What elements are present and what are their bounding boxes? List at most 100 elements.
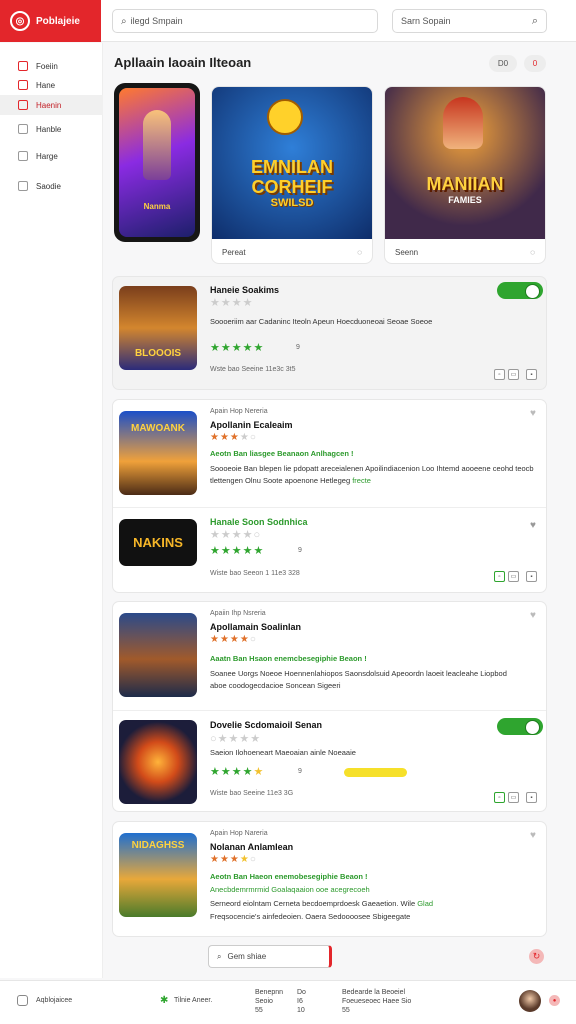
app-title[interactable]: Apollamain Soalinlan: [210, 622, 301, 632]
app-thumbnail[interactable]: MAWOANK: [119, 411, 197, 495]
more-icon[interactable]: ▪: [526, 792, 537, 803]
rating-stars-empty: ○★★★★: [210, 733, 262, 745]
sidebar-item-home[interactable]: Foeiin: [0, 56, 103, 76]
app-description: Soooeoie Ban blepen lie pdopatt areceial…: [210, 463, 535, 487]
avatar[interactable]: [519, 990, 541, 1012]
view-toggle-button[interactable]: D0: [489, 55, 517, 72]
featured-art-subtitle: FAMIES: [448, 194, 482, 205]
app-highlight: Aeotn Ban liasgee Beanaon Anlhagcen !: [210, 449, 354, 458]
app-thumbnail[interactable]: BLOOOIS: [119, 286, 197, 370]
app-kicker: Apain Hop Nereria: [210, 408, 268, 415]
view-toggle-label: D0: [497, 59, 509, 68]
app-meta: Wste bao Seeine 11e3c 3t5: [210, 366, 296, 373]
app-highlight: Aeotn Ban Haeon enemobesegiphie Beaon !: [210, 872, 368, 881]
app-logo[interactable]: ◎ Poblajeie: [0, 0, 101, 42]
rating-count: 9: [298, 547, 302, 554]
app-description: Soanee Uorgs Noeoe Hoennenlahiopos Saons…: [210, 669, 507, 690]
install-toggle[interactable]: [497, 282, 543, 299]
app-kicker: Apaiin Ihp Nsreria: [210, 610, 266, 617]
featured-card[interactable]: EMNILAN CORHEIF SWILSD Pereat ◌: [211, 86, 373, 264]
share-icon[interactable]: ▫: [494, 369, 505, 380]
app-thumbnail[interactable]: [119, 720, 197, 804]
heart-icon[interactable]: ♥: [530, 830, 536, 841]
load-more-label: Gem shiae: [227, 952, 267, 961]
app-description: Soooeriim aar Cadaninc Iteoln Apeun Hoec…: [210, 317, 433, 326]
game-icon: [18, 124, 28, 134]
comment-icon[interactable]: ◌: [357, 248, 362, 257]
share-icon[interactable]: ▫: [494, 792, 505, 803]
footer-col1-a[interactable]: Benepnn: [255, 989, 283, 996]
thumbnail-text: NAKINS: [133, 535, 183, 550]
app-title[interactable]: Haneie Soakims: [210, 285, 279, 295]
highlight-bar: [344, 768, 407, 777]
app-title[interactable]: Hanale Soon Sodnhica: [210, 517, 308, 527]
app-card[interactable]: BLOOOIS Haneie Soakims ★★★★ Soooeriim aa…: [112, 276, 547, 390]
app-thumbnail[interactable]: NAKINS: [119, 519, 197, 566]
search-icon[interactable]: ⌕: [532, 15, 538, 28]
home-icon: [18, 61, 28, 71]
featured-card[interactable]: MANIIAN FAMIES Seenn ◌: [384, 86, 546, 264]
secondary-search-input[interactable]: Sarn Sopain ⌕: [392, 9, 547, 33]
heart-icon[interactable]: ♥: [530, 408, 536, 419]
mascot-icon: [267, 99, 303, 135]
more-icon[interactable]: ▪: [526, 571, 537, 582]
notification-icon[interactable]: ●: [549, 995, 560, 1006]
footer-col2-a[interactable]: Do: [297, 989, 306, 996]
footer-brand[interactable]: Aqblojaicee: [36, 997, 72, 1004]
share-icon[interactable]: ▫: [494, 571, 505, 582]
sidebar-item-page[interactable]: Hane: [0, 75, 103, 95]
sidebar-item-settings[interactable]: Saodie: [0, 176, 103, 196]
search-icon: ⌕: [121, 15, 127, 27]
more-icon[interactable]: ▪: [526, 369, 537, 380]
featured-art: MANIIAN FAMIES: [385, 87, 545, 239]
app-title[interactable]: Nolanan Anlamlean: [210, 842, 293, 852]
app-card[interactable]: NIDAGHSS Apain Hop Nareria Nolanan Anlam…: [112, 821, 547, 937]
footer-col1-b[interactable]: Seoio: [255, 998, 273, 1005]
sidebar-item-label: Saodie: [36, 181, 61, 191]
favorite-label: 0: [532, 59, 538, 68]
rating-stars-empty: ★★★★○: [210, 529, 262, 541]
featured-art-title: MANIIAN: [426, 173, 504, 194]
app-description-link[interactable]: Glad: [417, 899, 433, 908]
bookmark-icon[interactable]: ▭: [508, 571, 519, 582]
favorite-button[interactable]: 0: [524, 55, 546, 72]
footer-award: Tilnie Aneer.: [174, 997, 213, 1004]
search-icon: ⌕: [217, 951, 222, 961]
app-meta: Wiste bao Seeine 11e3 3G: [210, 790, 294, 797]
footer-col3-c: 55: [342, 1007, 350, 1014]
phone-preview[interactable]: Nanma: [114, 83, 200, 242]
featured-art: EMNILAN CORHEIF SWILSD: [212, 87, 372, 239]
app-meta: Wiste bao Seeon 1 11e3 328: [210, 570, 300, 577]
bookmark-icon[interactable]: ▭: [508, 792, 519, 803]
sidebar-item-edit[interactable]: Harge: [0, 146, 103, 166]
heart-icon[interactable]: ♥: [530, 610, 536, 621]
sidebar-item-game[interactable]: Hanble: [0, 119, 103, 139]
featured-art-subtitle: SWILSD: [270, 197, 314, 209]
app-title[interactable]: Apollanin Ecaleaim: [210, 420, 293, 430]
app-title[interactable]: Dovelie Scdomaioil Senan: [210, 720, 322, 730]
footer-col2-b[interactable]: I6: [297, 998, 303, 1005]
sidebar-item-apps[interactable]: Haenin: [0, 95, 103, 115]
app-thumbnail[interactable]: NIDAGHSS: [119, 833, 197, 917]
comment-icon[interactable]: ◌: [530, 248, 535, 257]
section-title: Apllaain laoain Ilteoan: [114, 55, 252, 70]
app-thumbnail[interactable]: [119, 613, 197, 697]
app-description-link[interactable]: frecte: [352, 476, 371, 485]
page-icon: [18, 80, 28, 90]
load-more-input[interactable]: ⌕ Gem shiae: [208, 945, 332, 968]
footer-col3-a[interactable]: Bedearde la Beoeiel: [342, 989, 405, 996]
phone-caption: Nanma: [143, 202, 171, 211]
search-input[interactable]: ⌕ ilegd Smpain: [112, 9, 378, 33]
heart-icon[interactable]: ♥: [530, 520, 536, 531]
app-description: Serneord eiolntam Cerneta becdoemprdoesk…: [210, 898, 530, 910]
refresh-icon[interactable]: ↻: [529, 949, 544, 964]
apps-icon: [18, 100, 28, 110]
rating-count: 9: [296, 344, 300, 351]
install-toggle[interactable]: [497, 718, 543, 735]
bookmark-icon[interactable]: ▭: [508, 369, 519, 380]
thumbnail-text: BLOOOIS: [134, 347, 182, 359]
featured-caption-row: Seenn ◌: [395, 248, 535, 257]
rating-stars: ★★★★★: [210, 766, 265, 778]
hero-figure: [143, 110, 171, 180]
footer-col3-b[interactable]: Foeueseoec Haee Sio: [342, 998, 411, 1005]
